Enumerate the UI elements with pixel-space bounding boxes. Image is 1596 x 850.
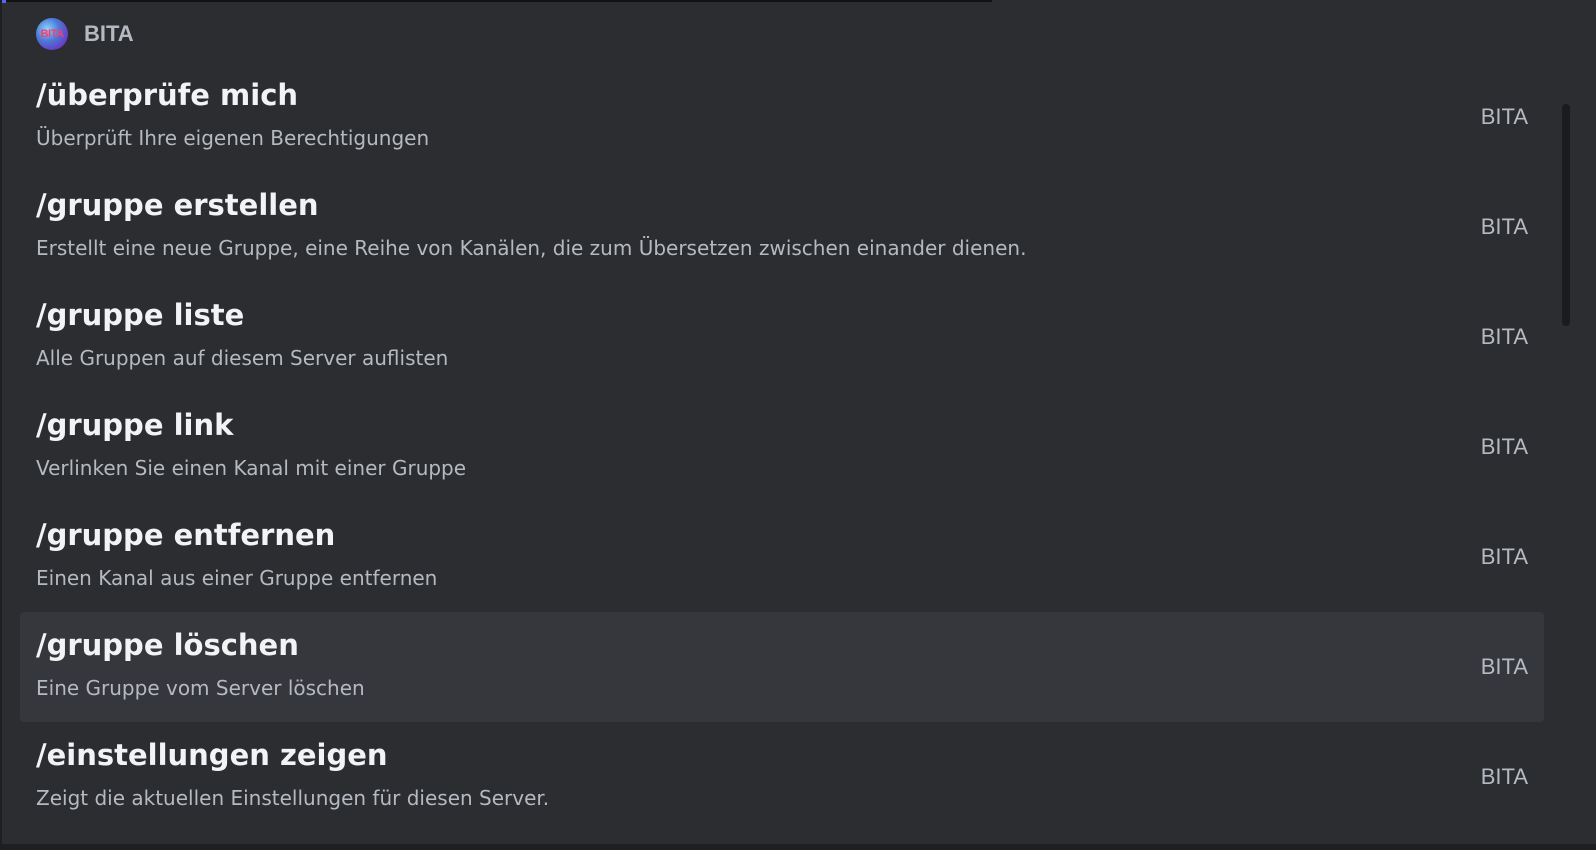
command-group-header: BITA BITA <box>36 18 134 50</box>
command-source: BITA <box>1480 324 1528 349</box>
command-description: Überprüft Ihre eigenen Berechtigungen <box>36 126 430 150</box>
command-source: BITA <box>1480 654 1528 679</box>
top-accent <box>2 0 6 3</box>
command-row[interactable]: /gruppe erstellen Erstellt eine neue Gru… <box>20 172 1544 282</box>
command-name: /gruppe link <box>36 408 234 442</box>
command-description: Verlinken Sie einen Kanal mit einer Grup… <box>36 456 467 480</box>
command-name: /gruppe löschen <box>36 628 299 662</box>
bot-avatar-icon: BITA <box>36 18 68 50</box>
command-description: Einen Kanal aus einer Gruppe entfernen <box>36 566 438 590</box>
command-source: BITA <box>1480 764 1528 789</box>
command-row[interactable]: /einstellungen zeigen Zeigt die aktuelle… <box>20 722 1544 832</box>
command-source: BITA <box>1480 214 1528 239</box>
top-divider <box>2 0 992 2</box>
command-source: BITA <box>1480 544 1528 569</box>
command-description: Zeigt die aktuellen Einstellungen für di… <box>36 786 550 810</box>
command-name: /gruppe erstellen <box>36 188 319 222</box>
command-row-selected[interactable]: /gruppe löschen Eine Gruppe vom Server l… <box>20 612 1544 722</box>
command-name: /gruppe liste <box>36 298 245 332</box>
command-row[interactable]: /überprüfe mich Überprüft Ihre eigenen B… <box>20 62 1544 172</box>
scrollbar-thumb[interactable] <box>1562 104 1570 326</box>
command-row[interactable]: /gruppe entfernen Einen Kanal aus einer … <box>20 502 1544 612</box>
command-row[interactable]: /gruppe liste Alle Gruppen auf diesem Se… <box>20 282 1544 392</box>
slash-command-autocomplete: BITA BITA /überprüfe mich Überprüft Ihre… <box>0 0 1596 850</box>
command-list: /überprüfe mich Überprüft Ihre eigenen B… <box>20 62 1544 832</box>
command-description: Eine Gruppe vom Server löschen <box>36 676 365 700</box>
command-row[interactable]: /gruppe link Verlinken Sie einen Kanal m… <box>20 392 1544 502</box>
avatar-label: BITA <box>40 28 64 40</box>
command-description: Erstellt eine neue Gruppe, eine Reihe vo… <box>36 236 1027 260</box>
command-description: Alle Gruppen auf diesem Server auflisten <box>36 346 449 370</box>
command-name: /gruppe entfernen <box>36 518 336 552</box>
command-name: /einstellungen zeigen <box>36 738 388 772</box>
command-source: BITA <box>1480 104 1528 129</box>
group-title: BITA <box>84 21 134 46</box>
command-name: /überprüfe mich <box>36 78 299 112</box>
command-source: BITA <box>1480 434 1528 459</box>
